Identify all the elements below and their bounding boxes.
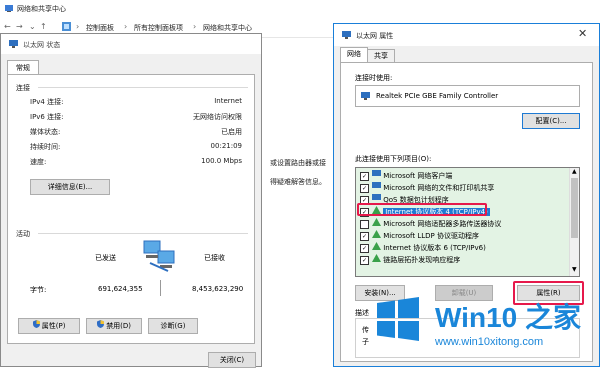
diagnose-button[interactable]: 诊断(G) [148, 318, 198, 334]
properties-dialog-titlebar[interactable]: 以太网 属性 ✕ [334, 24, 599, 46]
ipv4-highlight-annotation [357, 203, 487, 216]
up-arrow-icon[interactable]: ↑ [40, 22, 47, 31]
scroll-down-icon[interactable]: ▼ [572, 266, 577, 273]
status-dialog-titlebar[interactable]: 以太网 状态 [1, 34, 261, 54]
duration-label: 持续时间: [30, 143, 61, 151]
ethernet-status-dialog: 以太网 状态 常规 连接 IPv4 连接: Internet IPv6 连接: … [0, 33, 262, 368]
network-adapter-icon [8, 39, 19, 51]
bytes-received-value: 8,453,623,290 [192, 285, 244, 293]
item-label: Internet 协议版本 6 (TCP/IPv6) [383, 244, 486, 252]
speed-value: 100.0 Mbps [201, 157, 242, 165]
close-icon[interactable]: ✕ [578, 27, 587, 40]
adapter-field: Realtek PCIe GBE Family Controller [355, 85, 580, 107]
breadcrumb-separator-icon: › [193, 22, 197, 31]
item-label: Microsoft 网络客户端 [383, 172, 453, 180]
breadcrumb-separator-icon: › [124, 22, 128, 31]
status-properties-label: 属性(P) [41, 322, 66, 330]
network-adapter-icon [360, 91, 371, 103]
breadcrumb-all-items[interactable]: 所有控制面板项 [134, 23, 183, 33]
scroll-up-icon[interactable]: ▲ [572, 168, 577, 175]
background-partial-text: 得疑难解答信息。 [270, 178, 326, 186]
background-window-title: 网络和共享中心 [17, 5, 66, 13]
details-button[interactable]: 详细信息(E)... [30, 179, 110, 195]
recent-dropdown-icon[interactable]: ⌄ [29, 22, 36, 31]
tab-networking[interactable]: 网络 [340, 47, 368, 63]
list-item[interactable]: ✓ Microsoft 网络客户端 [360, 170, 452, 181]
speed-label: 速度: [30, 158, 47, 166]
watermark-url: www.win10xitong.com [435, 336, 544, 348]
scroll-thumb[interactable] [571, 178, 578, 238]
list-item[interactable]: ✓ Internet 协议版本 6 (TCP/IPv6) [360, 242, 486, 253]
list-item[interactable]: ✓ Microsoft 网络的文件和打印机共享 [360, 182, 494, 193]
ipv4-value: Internet [214, 97, 242, 105]
back-arrow-icon[interactable]: ← [4, 22, 11, 31]
activity-section-label: 活动 [16, 230, 30, 238]
ipv6-label: IPv6 连接: [30, 113, 64, 121]
network-service-icon [372, 182, 381, 194]
network-client-icon [372, 170, 381, 182]
bytes-divider [160, 280, 161, 296]
divider [38, 87, 248, 88]
item-label: Microsoft 网络的文件和打印机共享 [383, 184, 495, 192]
ipv6-value: 无网络访问权限 [193, 113, 242, 121]
status-dialog-title: 以太网 状态 [23, 41, 61, 49]
breadcrumb-network-center[interactable]: 网络和共享中心 [203, 23, 252, 33]
network-activity-icon [140, 237, 178, 277]
item-label: Microsoft LLDP 协议驱动程序 [383, 232, 479, 240]
breadcrumb-control-panel[interactable]: 控制面板 [86, 23, 114, 33]
items-label: 此连接使用下列项目(O): [355, 155, 432, 163]
connection-section-label: 连接 [16, 84, 30, 92]
list-item[interactable]: ✓ 链路层拓扑发现响应程序 [360, 254, 460, 265]
disable-button[interactable]: 禁用(D) [86, 318, 142, 334]
windows-logo-icon [377, 297, 419, 341]
protocol-icon [372, 242, 381, 254]
status-general-panel: 连接 IPv4 连接: Internet IPv6 连接: 无网络访问权限 媒体… [7, 74, 255, 344]
adapter-name: Realtek PCIe GBE Family Controller [376, 92, 499, 100]
network-adapter-icon [341, 30, 352, 42]
item-checkbox[interactable]: ✓ [360, 171, 369, 181]
watermark-brand: Win10 之家 [435, 302, 581, 333]
ipv4-label: IPv4 连接: [30, 98, 64, 106]
network-center-icon [4, 3, 14, 15]
win10-watermark: Win10 之家 www.win10xitong.com [365, 286, 600, 367]
bytes-sent-value: 691,624,355 [98, 285, 143, 293]
tab-sharing[interactable]: 共享 [367, 49, 395, 63]
protocol-icon [372, 218, 381, 230]
connection-items-list[interactable]: ✓ Microsoft 网络客户端 ✓ Microsoft 网络的文件和打印机共… [355, 167, 580, 277]
close-button[interactable]: 关闭(C) [208, 352, 256, 368]
configure-button[interactable]: 配置(C)... [522, 113, 580, 129]
duration-value: 00:21:09 [210, 142, 242, 150]
list-item[interactable]: Microsoft 网络适配器多路传送器协议 [360, 218, 501, 229]
item-label: 链路层拓扑发现响应程序 [383, 256, 461, 264]
uac-shield-icon [96, 319, 104, 333]
status-properties-button[interactable]: 属性(P) [18, 318, 80, 334]
connect-using-label: 连接时使用: [355, 74, 393, 82]
properties-dialog-title: 以太网 属性 [356, 32, 394, 40]
forward-arrow-icon[interactable]: → [16, 22, 23, 31]
control-panel-icon [62, 22, 71, 33]
item-checkbox[interactable]: ✓ [360, 231, 369, 241]
tab-general[interactable]: 常规 [7, 60, 39, 75]
uac-shield-icon [32, 319, 40, 333]
list-item[interactable]: ✓ Microsoft LLDP 协议驱动程序 [360, 230, 479, 241]
item-checkbox[interactable]: ✓ [360, 255, 369, 265]
item-checkbox[interactable] [360, 219, 369, 229]
item-label: Microsoft 网络适配器多路传送器协议 [383, 220, 502, 228]
disable-label: 禁用(D) [106, 322, 132, 330]
media-state-label: 媒体状态: [30, 128, 61, 136]
item-checkbox[interactable]: ✓ [360, 183, 369, 193]
protocol-icon [372, 230, 381, 242]
sent-label: 已发送 [95, 254, 116, 262]
item-checkbox[interactable]: ✓ [360, 243, 369, 253]
media-state-value: 已启用 [221, 128, 242, 136]
received-label: 已接收 [204, 254, 225, 262]
background-partial-text: 或设置路由器或接 [270, 159, 326, 167]
background-window-titlebar: 网络和共享中心 [0, 0, 600, 18]
protocol-icon [372, 254, 381, 266]
breadcrumb-separator-icon: › [76, 22, 80, 31]
list-scrollbar[interactable]: ▲ ▼ [569, 168, 579, 276]
bytes-label: 字节: [30, 286, 47, 294]
divider [38, 233, 248, 234]
